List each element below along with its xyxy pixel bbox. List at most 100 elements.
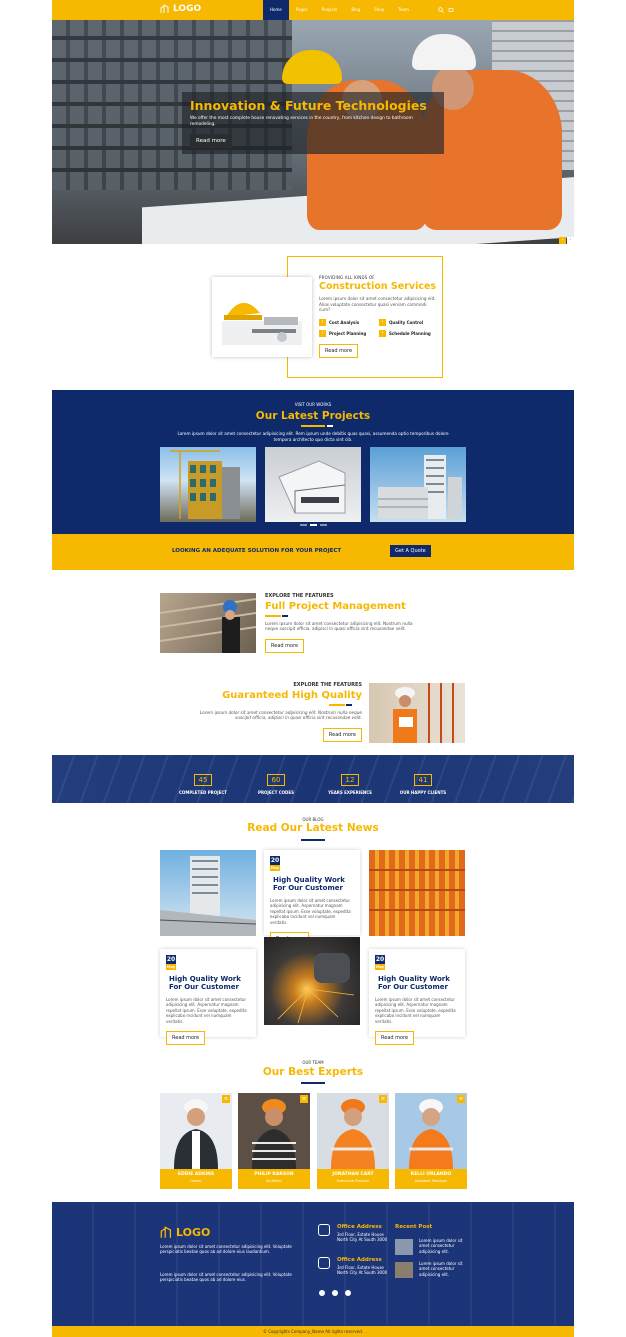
feature-2-content: EXPLORE THE FEATURES Guaranteed High Qua… (190, 682, 362, 742)
slider-nav: ‹ › (559, 237, 574, 244)
services-caption: PROVIDING ALL KINDS OF (319, 275, 375, 280)
date-badge: 20 May (270, 856, 280, 871)
counter: 45 COMPLETED PROJECT (163, 767, 243, 795)
menu-item-projects[interactable]: Projects (315, 0, 345, 20)
chevron-right-icon: › (319, 329, 326, 337)
quote-text: LOOKING AN ADEQUATE SOLUTION FOR YOUR PR… (172, 548, 342, 554)
slider-dots[interactable] (300, 524, 327, 526)
footer-logo[interactable]: LOGO (160, 1226, 210, 1239)
counter: 60 PROJECT CODES (236, 767, 316, 795)
blog-card-title[interactable]: High Quality Work For Our Customer (169, 975, 243, 991)
counter-label: YEARS EXPERIENCE (328, 790, 372, 795)
title-underline (265, 615, 288, 617)
share-icon[interactable]: ≡ (222, 1095, 230, 1103)
recent-post-thumb[interactable] (395, 1262, 413, 1278)
blog-image-3[interactable] (264, 937, 360, 1025)
menu-item-pages[interactable]: Pages (289, 0, 315, 20)
blog-read-more-button[interactable]: Read more (166, 1030, 206, 1045)
services-read-more-button[interactable]: Read more (319, 343, 359, 358)
feature-1-read-more-button[interactable]: Read more (265, 638, 305, 653)
team-card-2[interactable]: ≡ PHILIP KARSON Architect (238, 1093, 310, 1189)
hero-read-more-button[interactable]: Read more (190, 134, 232, 149)
chevron-right-icon: › (379, 318, 386, 326)
facebook-icon[interactable] (319, 1290, 325, 1296)
blog-card-1: 20 May High Quality Work For Our Customer … (264, 850, 360, 946)
office-2-title: Office Address (337, 1257, 382, 1263)
recent-post-title: Recent Post (395, 1224, 433, 1230)
blog-image-2[interactable] (369, 850, 465, 936)
counter-number: 41 (413, 774, 433, 786)
service-label: Schedule Planning (389, 330, 431, 336)
menu-item-team[interactable]: Team (391, 0, 416, 20)
site-logo[interactable]: LOGO (160, 4, 201, 14)
project-image-1[interactable] (160, 447, 256, 522)
title-underline (301, 839, 325, 841)
feature-1-caption: EXPLORE THE FEATURES (265, 593, 334, 599)
chevron-right-icon: › (319, 318, 326, 326)
blog-card-title[interactable]: High Quality Work For Our Customer (273, 876, 347, 892)
blog-card-text: Lorem ipsum dolor sit amet consectetur a… (375, 997, 456, 1024)
menu-item-blog[interactable]: Blog (344, 0, 367, 20)
phone-icon (318, 1257, 330, 1269)
team-name: EDDIE ADKINS (177, 1172, 215, 1177)
office-address: 3rd Floor, Estate House North City At So… (337, 1232, 388, 1243)
team-card-4[interactable]: ≡ KELLI ORLANDO Assistant Manager (395, 1093, 467, 1189)
feature-2-text: Lorem ipsum dolor sit amet consectetur a… (199, 709, 362, 721)
team-name: PHILIP KARSON (254, 1172, 294, 1177)
team-name: KELLI ORLANDO (410, 1172, 452, 1177)
blog-image-1[interactable] (159, 850, 257, 936)
copyright-bar: © Copyrights Company_Name All rights res… (52, 1326, 574, 1337)
prev-arrow-icon[interactable]: ‹ (559, 237, 566, 244)
menu-item-home[interactable]: Home (263, 0, 289, 20)
blog-card-text: Lorem ipsum dolor sit amet consectetur a… (270, 898, 351, 925)
team-caption: OUR TEAM (302, 1060, 324, 1065)
get-quote-button[interactable]: Get A Quote (390, 545, 431, 557)
counter: 12 YEARS EXPERIENCE (310, 767, 390, 795)
feature-image-1 (159, 593, 257, 653)
footer: LOGO Lorem ipsum dolor sit amet consecte… (52, 1202, 574, 1326)
team-photo (395, 1093, 467, 1169)
services-list: › Cost Analysis › Quality Control › Project… (319, 318, 437, 337)
footer-about-2: Lorem ipsum dolor sit amet consectetur a… (160, 1272, 292, 1283)
office-title: Office Address (337, 1224, 382, 1230)
date-badge: 20 May (375, 955, 385, 970)
team-photo (317, 1093, 389, 1169)
instagram-icon[interactable] (332, 1290, 338, 1296)
share-icon[interactable]: ≡ (300, 1095, 308, 1103)
share-icon[interactable]: ≡ (379, 1095, 387, 1103)
services-title: Construction Services (319, 281, 437, 292)
date-month: May (166, 964, 176, 970)
search-icon[interactable] (438, 7, 444, 13)
feature-2-read-more-button[interactable]: Read more (322, 727, 362, 742)
project-image-2[interactable] (265, 447, 361, 522)
hard-hat-tools-icon (222, 302, 302, 345)
team-card-3[interactable]: ≡ JONATHAN CART Executive Director (317, 1093, 389, 1189)
main-menu: Home Pages Projects Blog Shop Team (263, 0, 416, 20)
feature-2-caption: EXPLORE THE FEATURES (293, 682, 362, 688)
feature-1-title: Full Project Management (265, 601, 406, 612)
team-card-1[interactable]: ≡ EDDIE ADKINS Owner (160, 1093, 232, 1189)
services-text: Lorem ipsum dolor sit amet consectetur a… (319, 295, 436, 313)
blog-card-title[interactable]: High Quality Work For Our Customer (378, 975, 452, 991)
counter: 41 OUR HAPPY CLIENTS (383, 767, 463, 795)
top-navbar: LOGO Home Pages Projects Blog Shop Team (52, 0, 574, 20)
twitter-icon[interactable] (345, 1290, 351, 1296)
team-role: Architect (266, 1179, 282, 1183)
team-role: Owner (190, 1179, 202, 1183)
feature-1-text: Lorem ipsum dolor sit amet consectetur a… (265, 620, 413, 632)
project-image-3[interactable] (370, 447, 466, 522)
recent-post-text[interactable]: Lorem ipsum dolor sit amet consectetur a… (419, 1261, 471, 1277)
blog-read-more-button[interactable]: Read more (375, 1030, 415, 1045)
recent-post-text[interactable]: Lorem ipsum dolor sit amet consectetur a… (419, 1238, 471, 1254)
counter-label: COMPLETED PROJECT (179, 790, 227, 795)
recent-post-thumb[interactable] (395, 1239, 413, 1255)
share-icon[interactable]: ≡ (457, 1095, 465, 1103)
cart-icon[interactable] (448, 7, 454, 13)
building-icon (160, 4, 169, 13)
counter-label: OUR HAPPY CLIENTS (399, 790, 447, 795)
menu-item-shop[interactable]: Shop (367, 0, 391, 20)
service-label: Quality Control (389, 319, 424, 325)
next-arrow-icon[interactable]: › (567, 237, 574, 244)
counter-number: 60 (266, 774, 286, 786)
blog-title: Read Our Latest News (247, 822, 379, 834)
